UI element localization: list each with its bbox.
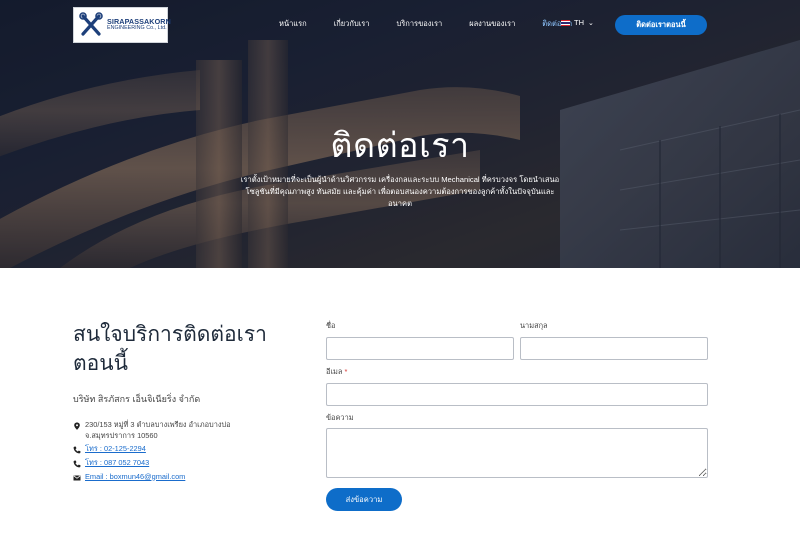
email-row: Email : boxmun46@gmail.com — [73, 472, 273, 483]
nav-item-home[interactable]: หน้าแรก — [279, 18, 307, 30]
language-label: TH — [574, 18, 584, 27]
contact-info: สนใจบริการติดต่อเราตอนนี้ บริษัท สิรภัสก… — [73, 320, 273, 485]
chevron-down-icon: ⌄ — [588, 19, 594, 27]
last-name-group: นามสกุล — [520, 320, 708, 360]
message-label: ข้อความ — [326, 413, 354, 422]
main-menu: หน้าแรก เกี่ยวกับเรา บริการของเรา ผลงานข… — [279, 18, 599, 30]
first-name-field[interactable] — [326, 337, 514, 360]
logo-subtitle: ENGINEERING Co., Ltd. — [107, 24, 167, 31]
email-group: อีเมล * — [326, 366, 708, 406]
message-group: ข้อความ — [326, 412, 708, 482]
phone-link-2[interactable]: โทร : 087 052 7043 — [85, 458, 149, 469]
address-row: 230/153 หมู่ที่ 3 ตำบลบางเพรียง อำเภอบาง… — [73, 420, 273, 441]
company-name: บริษัท สิรภัสกร เอ็นจิเนียริ่ง จำกัด — [73, 393, 201, 404]
nav-item-portfolio[interactable]: ผลงานของเรา — [469, 18, 515, 30]
hero-description: เราตั้งเป้าหมายที่จะเป็นผู้นำด้านวิศวกรร… — [240, 175, 560, 209]
address-text: 230/153 หมู่ที่ 3 ตำบลบางเพรียง อำเภอบาง… — [85, 419, 231, 440]
thai-flag-icon — [561, 19, 570, 26]
contact-details: 230/153 หมู่ที่ 3 ตำบลบางเพรียง อำเภอบาง… — [73, 420, 273, 483]
required-marker: * — [344, 367, 348, 376]
email-link[interactable]: Email : boxmun46@gmail.com — [85, 472, 185, 483]
wrench-logo-icon — [79, 12, 103, 38]
phone-icon — [73, 460, 81, 468]
message-field[interactable] — [326, 428, 708, 478]
phone-row-2: โทร : 087 052 7043 — [73, 458, 273, 469]
first-name-label: ชื่อ — [326, 321, 336, 330]
nav-item-about[interactable]: เกี่ยวกับเรา — [334, 18, 370, 30]
company-logo[interactable]: SIRAPASSAKORN ENGINEERING Co., Ltd. — [73, 7, 171, 43]
language-switcher[interactable]: TH ⌄ — [561, 18, 594, 27]
contact-heading: สนใจบริการติดต่อเราตอนนี้ — [73, 323, 267, 376]
email-label: อีเมล * — [326, 366, 708, 378]
top-navbar: SIRAPASSAKORN ENGINEERING Co., Ltd. หน้า… — [0, 0, 800, 50]
contact-form: ชื่อ นามสกุล อีเมล * ข้อความ ส่งข้อความ — [326, 320, 708, 511]
page-title: ติดต่อเรา — [330, 127, 470, 165]
hero-banner: SIRAPASSAKORN ENGINEERING Co., Ltd. หน้า… — [0, 0, 800, 268]
contact-section: สนใจบริการติดต่อเราตอนนี้ บริษัท สิรภัสก… — [0, 268, 800, 533]
email-field[interactable] — [326, 383, 708, 406]
first-name-group: ชื่อ — [326, 320, 514, 360]
mail-icon — [73, 475, 81, 481]
nav-item-services[interactable]: บริการของเรา — [397, 18, 443, 30]
last-name-label: นามสกุล — [520, 321, 548, 330]
email-label-text: อีเมล — [326, 367, 343, 376]
phone-row-1: โทร : 02-125-2294 — [73, 444, 273, 455]
phone-link-1[interactable]: โทร : 02-125-2294 — [85, 444, 146, 455]
contact-now-button[interactable]: ติดต่อเราตอนนี้ — [615, 15, 707, 35]
send-message-button[interactable]: ส่งข้อความ — [326, 488, 402, 511]
last-name-field[interactable] — [520, 337, 708, 360]
map-pin-icon — [74, 422, 80, 430]
phone-icon — [73, 446, 81, 454]
